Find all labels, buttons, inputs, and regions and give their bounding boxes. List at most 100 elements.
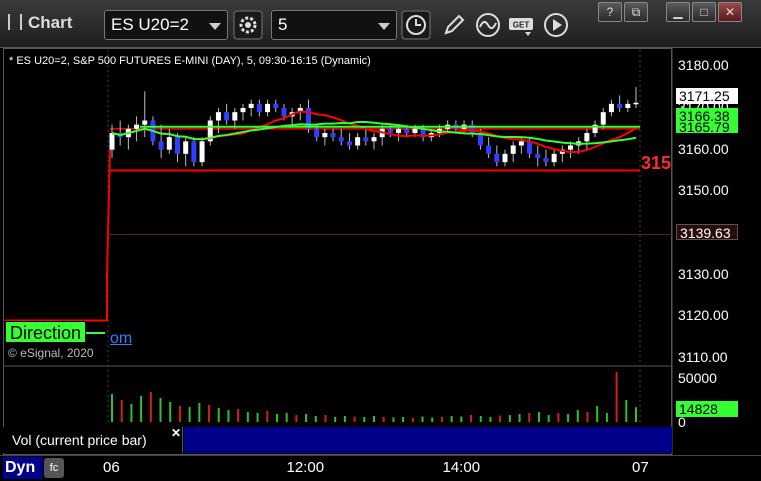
volume-bar — [275, 414, 278, 422]
candle-body — [371, 137, 377, 142]
candle-body — [600, 112, 606, 125]
candle-body — [633, 102, 639, 105]
candle-body — [608, 103, 614, 113]
candle-body — [584, 133, 590, 142]
candle-body — [510, 145, 516, 154]
crosshair-price-tag: 3139.63 — [676, 224, 738, 241]
volume-bar — [567, 414, 570, 422]
volume-bar — [130, 404, 133, 422]
candle-body — [314, 128, 320, 138]
volume-bar — [528, 413, 531, 422]
candle-body — [338, 137, 344, 142]
candle-body — [224, 112, 230, 121]
y-tick-label: 3150.00 — [678, 182, 729, 199]
candle-body — [158, 141, 164, 150]
candle-body — [232, 112, 238, 121]
chart-canvas[interactable] — [0, 0, 761, 481]
candle-body — [568, 145, 573, 150]
candle-body — [494, 153, 500, 163]
volume-bar — [363, 417, 366, 422]
volume-bar — [605, 413, 608, 422]
candle-body — [518, 141, 524, 146]
candle-body — [412, 128, 418, 133]
candle-body — [166, 137, 172, 150]
candle-body — [134, 124, 140, 129]
candle-body — [486, 145, 492, 154]
candle-body — [175, 137, 180, 154]
pre-session-line — [5, 149, 111, 322]
volume-bar — [537, 412, 540, 422]
volume-bar — [576, 410, 579, 422]
volume-bar — [305, 414, 308, 422]
volume-bar — [499, 415, 502, 422]
volume-bar — [178, 406, 181, 422]
volume-bar — [169, 402, 172, 422]
fc-icon[interactable]: fc — [44, 458, 64, 478]
vol-pane-bar — [184, 427, 672, 453]
volume-bar — [343, 416, 346, 422]
candle-body — [502, 153, 508, 163]
chart-header: * ES U20=2, S&P 500 FUTURES E-MINI (DAY)… — [9, 55, 371, 67]
candle-body — [527, 141, 533, 154]
volume-bar — [596, 406, 599, 422]
volume-bar — [586, 412, 589, 422]
volume-bar — [373, 416, 375, 422]
close-icon[interactable]: ✕ — [171, 426, 181, 440]
candle-body — [142, 120, 148, 125]
volume-bar — [635, 407, 637, 422]
volume-bar — [159, 398, 162, 422]
candle-body — [551, 153, 557, 163]
candle-body — [387, 128, 393, 133]
candle-body — [625, 103, 631, 108]
candle-body — [265, 103, 271, 113]
volume-bar — [198, 403, 201, 422]
chart-window: Chart ES U20=2 5 GET ? ⧉ ▁ □ ✕ * ES U20=… — [0, 0, 761, 481]
candle-body — [322, 133, 328, 138]
vol-axis-top: 50000 — [678, 370, 717, 386]
direction-link[interactable]: om — [110, 330, 132, 348]
direction-box[interactable]: Direction — [5, 321, 87, 343]
volume-bar — [353, 416, 356, 422]
volume-bar — [411, 418, 414, 422]
volume-bar — [479, 416, 482, 422]
x-tick-label: 07 — [632, 459, 649, 476]
y-tick-label: 3120.00 — [678, 307, 729, 324]
volume-bar — [625, 400, 628, 422]
volume-bar — [208, 405, 211, 422]
volume-bar — [111, 394, 113, 422]
candle-body — [330, 133, 336, 138]
candle-body — [396, 128, 402, 133]
dynamic-button[interactable]: Dyn — [3, 457, 43, 479]
volume-bar — [382, 417, 385, 422]
candle-body — [199, 141, 205, 163]
candle-body — [109, 133, 115, 150]
y-tick-label: 3130.00 — [678, 265, 729, 282]
volume-bar — [324, 415, 327, 422]
volume-bar — [421, 416, 424, 422]
volume-bar — [314, 416, 317, 422]
candle-body — [183, 141, 189, 154]
volume-bar — [217, 408, 220, 422]
volume-bar — [120, 400, 123, 422]
volume-bar — [460, 416, 463, 422]
candle-body — [256, 103, 262, 113]
volume-bar — [431, 417, 434, 422]
vol-pane-label[interactable]: Vol (current price bar) — [3, 427, 183, 453]
volume-bar — [557, 413, 560, 422]
ma2-price-tag: 3165.79 — [676, 121, 738, 133]
volume-bar — [489, 417, 492, 422]
candle-body — [281, 108, 287, 117]
y-tick-label: 3160.00 — [678, 140, 729, 157]
x-tick-label: 06 — [103, 459, 120, 476]
y-tick-label: 3110.00 — [678, 349, 728, 365]
copyright-text: © eSignal, 2020 — [8, 346, 94, 360]
candle-body — [617, 103, 623, 108]
volume-bar — [615, 372, 618, 422]
last-price-tag: 3171.25 — [676, 88, 738, 104]
candle-body — [215, 112, 221, 121]
hline-label: 315 — [641, 153, 672, 173]
volume-bar — [508, 415, 511, 422]
volume-bar — [149, 392, 152, 422]
candle-body — [346, 141, 352, 146]
candle-body — [355, 137, 361, 146]
